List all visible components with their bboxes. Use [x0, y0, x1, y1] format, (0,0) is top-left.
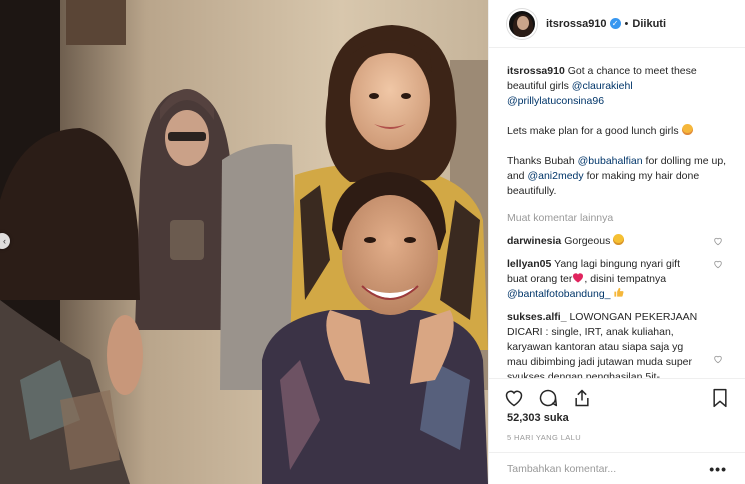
mention-link[interactable]: @bubahalfian [578, 155, 643, 167]
blushing-emoji-icon [681, 124, 693, 135]
comment-item: darwinesia Gorgeous [507, 234, 727, 249]
caption-username[interactable]: itsrossa910 [507, 65, 565, 77]
like-count[interactable]: 52,303 suka [507, 412, 569, 424]
bookmark-icon[interactable] [709, 387, 731, 409]
heart-icon[interactable] [713, 354, 723, 364]
add-comment-bar: Tambahkan komentar... ••• [489, 452, 745, 484]
mention-link[interactable]: @claurakiehl [572, 80, 633, 92]
separator-dot: • [624, 17, 629, 30]
instagram-post: ‹ itsrossa910 ✓ • Diikuti itsrossa910 Go… [0, 0, 745, 484]
header-username[interactable]: itsrossa910 [546, 18, 607, 30]
smile-emoji-icon [613, 234, 625, 245]
mention-link[interactable]: @ani2medy [527, 170, 583, 182]
heart-icon[interactable] [713, 236, 723, 246]
comment-item: lellyan05 Yang lagi bingung nyari gift b… [507, 257, 727, 302]
post-photo[interactable]: ‹ [0, 0, 488, 484]
post-header: itsrossa910 ✓ • Diikuti [489, 0, 745, 48]
comment-input[interactable]: Tambahkan komentar... [507, 463, 616, 475]
verified-badge-icon: ✓ [609, 18, 621, 29]
comments-section[interactable]: itsrossa910 Got a chance to meet these b… [489, 64, 745, 378]
mention-link[interactable]: @bantalfotobandung_ [507, 288, 611, 300]
post-date[interactable]: 5 HARI YANG LALU [507, 433, 581, 442]
heart-icon[interactable] [503, 387, 525, 409]
caption-text: Lets make plan for a good lunch girls [507, 125, 679, 137]
comment-item: sukses.alfi_ LOWONGAN PEKERJAAN DICARI :… [507, 310, 727, 378]
caption-text: Thanks Bubah [507, 155, 575, 167]
comment-text: , disini tempatnya [584, 273, 667, 285]
load-more-comments-button[interactable]: Muat komentar lainnya [507, 212, 727, 224]
post-caption: itsrossa910 Got a chance to meet these b… [507, 64, 727, 199]
comment-text: Gorgeous [564, 235, 611, 247]
comment-username[interactable]: darwinesia [507, 235, 561, 247]
red-heart-emoji-icon [573, 273, 584, 283]
action-bar [489, 378, 745, 412]
comment-icon[interactable] [537, 387, 559, 409]
share-icon[interactable] [571, 387, 593, 409]
thumbs-up-emoji-icon [614, 287, 624, 297]
comment-username[interactable]: sukses.alfi_ [507, 311, 567, 323]
mention-link[interactable]: @prillylatuconsina96 [507, 95, 604, 107]
more-options-button[interactable]: ••• [709, 462, 727, 476]
photo-illustration [0, 0, 488, 484]
follow-button[interactable]: Diikuti [632, 18, 666, 30]
heart-icon[interactable] [713, 259, 723, 269]
post-details-panel: itsrossa910 ✓ • Diikuti itsrossa910 Got … [488, 0, 745, 484]
avatar[interactable] [507, 8, 537, 39]
comment-username[interactable]: lellyan05 [507, 258, 551, 270]
